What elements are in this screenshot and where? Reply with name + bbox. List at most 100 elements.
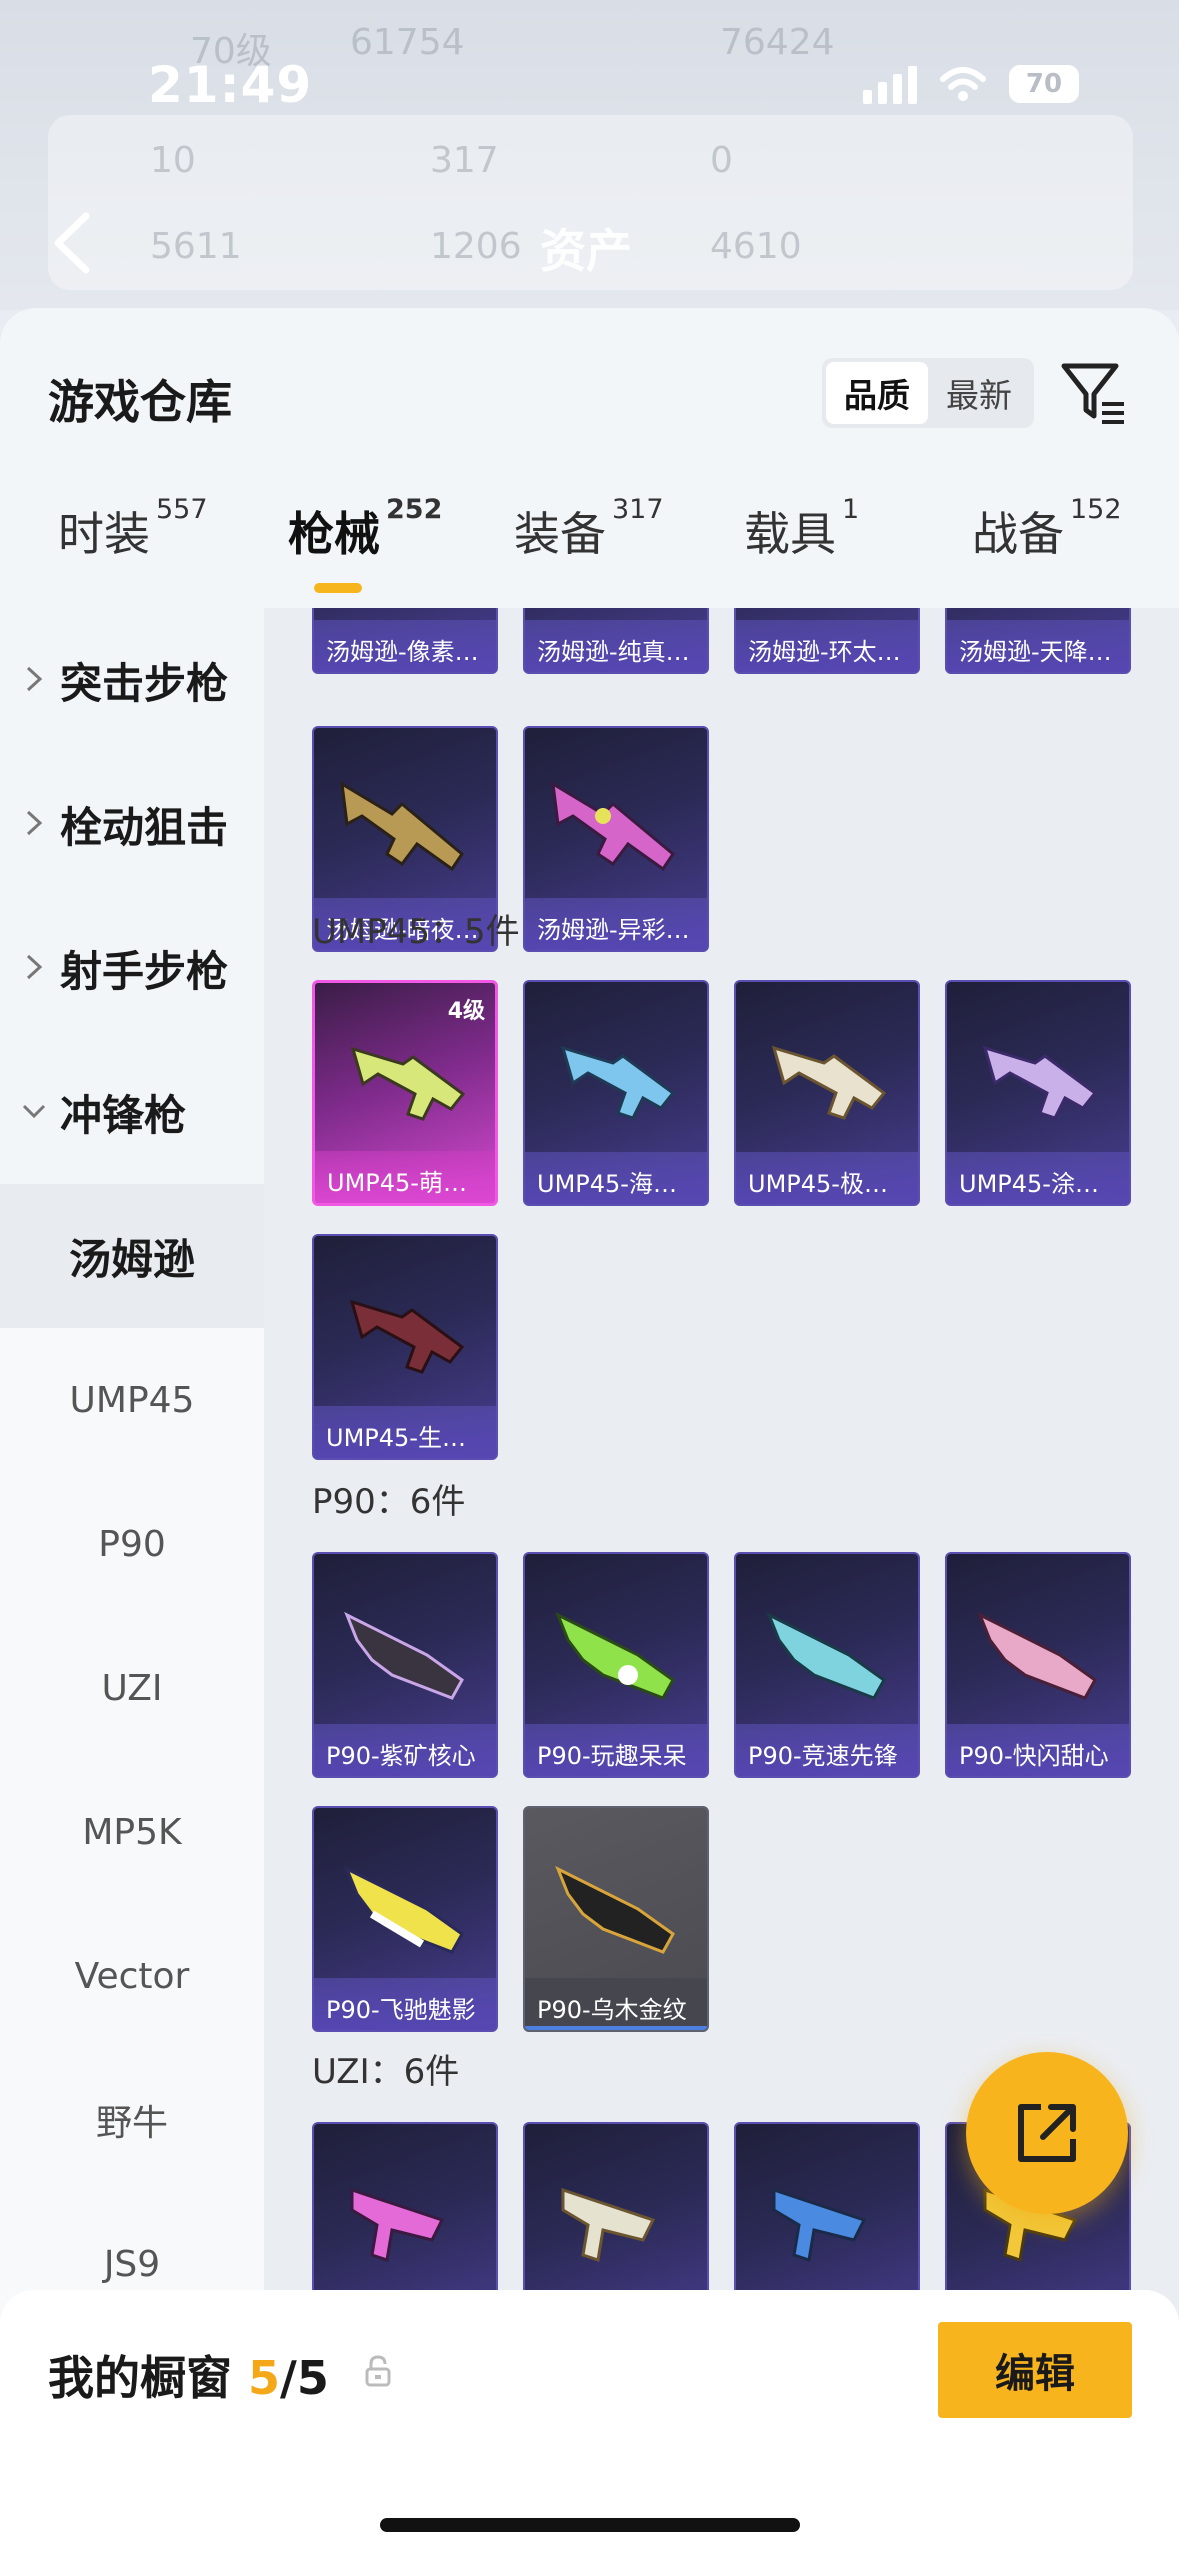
lock-icon [365, 2355, 391, 2387]
top-header: 70级 61754 76424 10 317 0 5611 1206 4610 … [0, 0, 1179, 310]
wifi-icon [940, 67, 986, 101]
sidebar-item-p90[interactable]: P90 [0, 1472, 264, 1616]
share-icon [1018, 2104, 1076, 2162]
tab-count: 152 [1070, 494, 1122, 525]
weapon-card[interactable]: UMP45-生… [312, 1234, 498, 1460]
weapon-name: 汤姆逊-环太… [736, 620, 918, 672]
sheet-title: 游戏仓库 [48, 375, 232, 429]
edit-button[interactable]: 编辑 [938, 2322, 1132, 2418]
weapon-card[interactable]: UMP45-海… [523, 980, 709, 1206]
weapon-name: P90-快闪甜心 [947, 1724, 1129, 1776]
weapon-name: 汤姆逊-像素… [314, 620, 496, 672]
weapon-grid: 汤姆逊-像素… 汤姆逊-纯真… 汤姆逊-环太… 汤姆逊-天降… 汤姆逊-暗夜… … [264, 608, 1179, 2556]
uzi-gun-icon [772, 2187, 867, 2262]
showcase-label: 我的橱窗 5/5 [48, 2342, 329, 2408]
weapon-card[interactable]: 汤姆逊-异彩… [523, 726, 709, 952]
ghost-stat: 5611 [150, 226, 242, 267]
p90-gun-icon [977, 1611, 1097, 1700]
tab-guns[interactable]: 枪械 252 [288, 494, 442, 564]
ghost-num-1: 61754 [350, 22, 465, 63]
ghost-stat: 1206 [430, 226, 522, 267]
p90-gun-icon [344, 1865, 464, 1954]
tab-equipment[interactable]: 装备 317 [514, 494, 664, 564]
p90-gun-icon [555, 1865, 675, 1954]
sidebar-item-uzi[interactable]: UZI [0, 1616, 264, 1760]
sort-quality[interactable]: 品质 [826, 362, 928, 424]
chevron-down-icon [22, 1104, 46, 1119]
tab-label: 载具 [744, 507, 836, 561]
sidebar-item-marksman-rifle[interactable]: 射手步枪 [0, 896, 264, 1040]
sidebar-item-thompson[interactable]: 汤姆逊 [0, 1184, 264, 1328]
weapon-name: UMP45-萌… [315, 1151, 495, 1203]
p90-gun-icon [344, 1611, 464, 1700]
chevron-right-icon [26, 954, 43, 980]
section-label-p90: P90：6件 [312, 1482, 466, 1522]
uzi-gun-icon [350, 2187, 445, 2262]
section-label-ump45: UMP45：5件 [312, 912, 520, 952]
weapon-card[interactable]: P90-飞驰魅影 [312, 1806, 498, 2032]
ump45-gun-icon [771, 1045, 887, 1120]
tab-count: 1 [842, 494, 860, 525]
weapon-name: P90-飞驰魅影 [314, 1978, 496, 2030]
weapon-card[interactable]: P90-竞速先锋 [734, 1552, 920, 1778]
showcase-count: 5 [248, 2351, 281, 2405]
sidebar-item-vector[interactable]: Vector [0, 1904, 264, 2048]
chevron-right-icon [26, 666, 43, 692]
ump45-gun-icon [350, 1046, 466, 1121]
warehouse-sheet: 游戏仓库 品质 最新 时装 557 枪械 252 装备 317 载具 1 战备 152 突… [0, 308, 1179, 2556]
sidebar-item-assault-rifle[interactable]: 突击步枪 [0, 608, 264, 752]
weapon-name: UMP45-涂… [947, 1152, 1129, 1204]
tab-count: 252 [386, 494, 443, 525]
tab-fashion[interactable]: 时装 557 [58, 494, 208, 564]
ghost-stat: 4610 [710, 226, 802, 267]
weapon-card[interactable]: P90-紫矿核心 [312, 1552, 498, 1778]
sidebar-item-smg[interactable]: 冲锋枪 [0, 1040, 264, 1184]
ump45-gun-icon [560, 1045, 676, 1120]
back-icon[interactable] [44, 208, 104, 278]
sidebar-item-bison[interactable]: 野牛 [0, 2048, 264, 2192]
sidebar-item-label: 栓动狙击 [60, 802, 229, 852]
weapon-card[interactable]: P90-乌木金纹 [523, 1806, 709, 2032]
weapon-name: 汤姆逊-纯真… [525, 620, 707, 672]
sidebar-item-bolt-sniper[interactable]: 栓动狙击 [0, 752, 264, 896]
p90-gun-icon [766, 1611, 886, 1700]
sort-toggle: 品质 最新 [822, 358, 1034, 428]
sidebar-item-mp5k[interactable]: MP5K [0, 1760, 264, 1904]
weapon-name: P90-乌木金纹 [525, 1978, 707, 2030]
weapon-card[interactable]: 汤姆逊-环太… [734, 608, 920, 674]
home-indicator [380, 2518, 800, 2532]
showcase-bar: 我的橱窗 5/5 编辑 [0, 2290, 1179, 2556]
weapon-name: 汤姆逊-异彩… [525, 898, 707, 950]
chevron-right-icon [26, 810, 43, 836]
sort-latest[interactable]: 最新 [928, 362, 1030, 424]
weapon-card[interactable]: 汤姆逊-纯真… [523, 608, 709, 674]
page-title: 资产 [540, 224, 632, 278]
tab-vehicles[interactable]: 载具 1 [744, 494, 859, 564]
filter-icon[interactable] [1058, 358, 1128, 428]
weapon-name: P90-玩趣呆呆 [525, 1724, 707, 1776]
tab-supplies[interactable]: 战备 152 [972, 494, 1122, 564]
weapon-card[interactable]: P90-快闪甜心 [945, 1552, 1131, 1778]
weapon-name: P90-竞速先锋 [736, 1724, 918, 1776]
weapon-card[interactable]: 4级 UMP45-萌… [312, 980, 498, 1206]
share-button[interactable] [966, 2052, 1128, 2214]
weapon-card[interactable]: UMP45-极… [734, 980, 920, 1206]
weapon-card[interactable]: P90-玩趣呆呆 [523, 1552, 709, 1778]
sidebar-item-label: 突击步枪 [60, 658, 229, 708]
thompson-gun-icon [340, 781, 464, 872]
weapon-card[interactable]: 汤姆逊-像素… [312, 608, 498, 674]
section-label-uzi: UZI：6件 [312, 2052, 460, 2092]
weapon-name: UMP45-生… [314, 1406, 496, 1458]
sidebar-item-ump45[interactable]: UMP45 [0, 1328, 264, 1472]
weapon-name: UMP45-海… [525, 1152, 707, 1204]
weapon-card[interactable]: UMP45-涂… [945, 980, 1131, 1206]
thompson-gun-icon [551, 781, 675, 872]
weapon-card[interactable]: 汤姆逊-天降… [945, 608, 1131, 674]
tab-active-indicator [314, 583, 362, 593]
tab-label: 时装 [58, 507, 150, 561]
sidebar-item-label: 冲锋枪 [60, 1090, 187, 1140]
tab-count: 317 [612, 494, 664, 525]
tab-label: 战备 [972, 507, 1064, 561]
ump45-gun-icon [982, 1045, 1098, 1120]
signal-icon [863, 64, 917, 104]
